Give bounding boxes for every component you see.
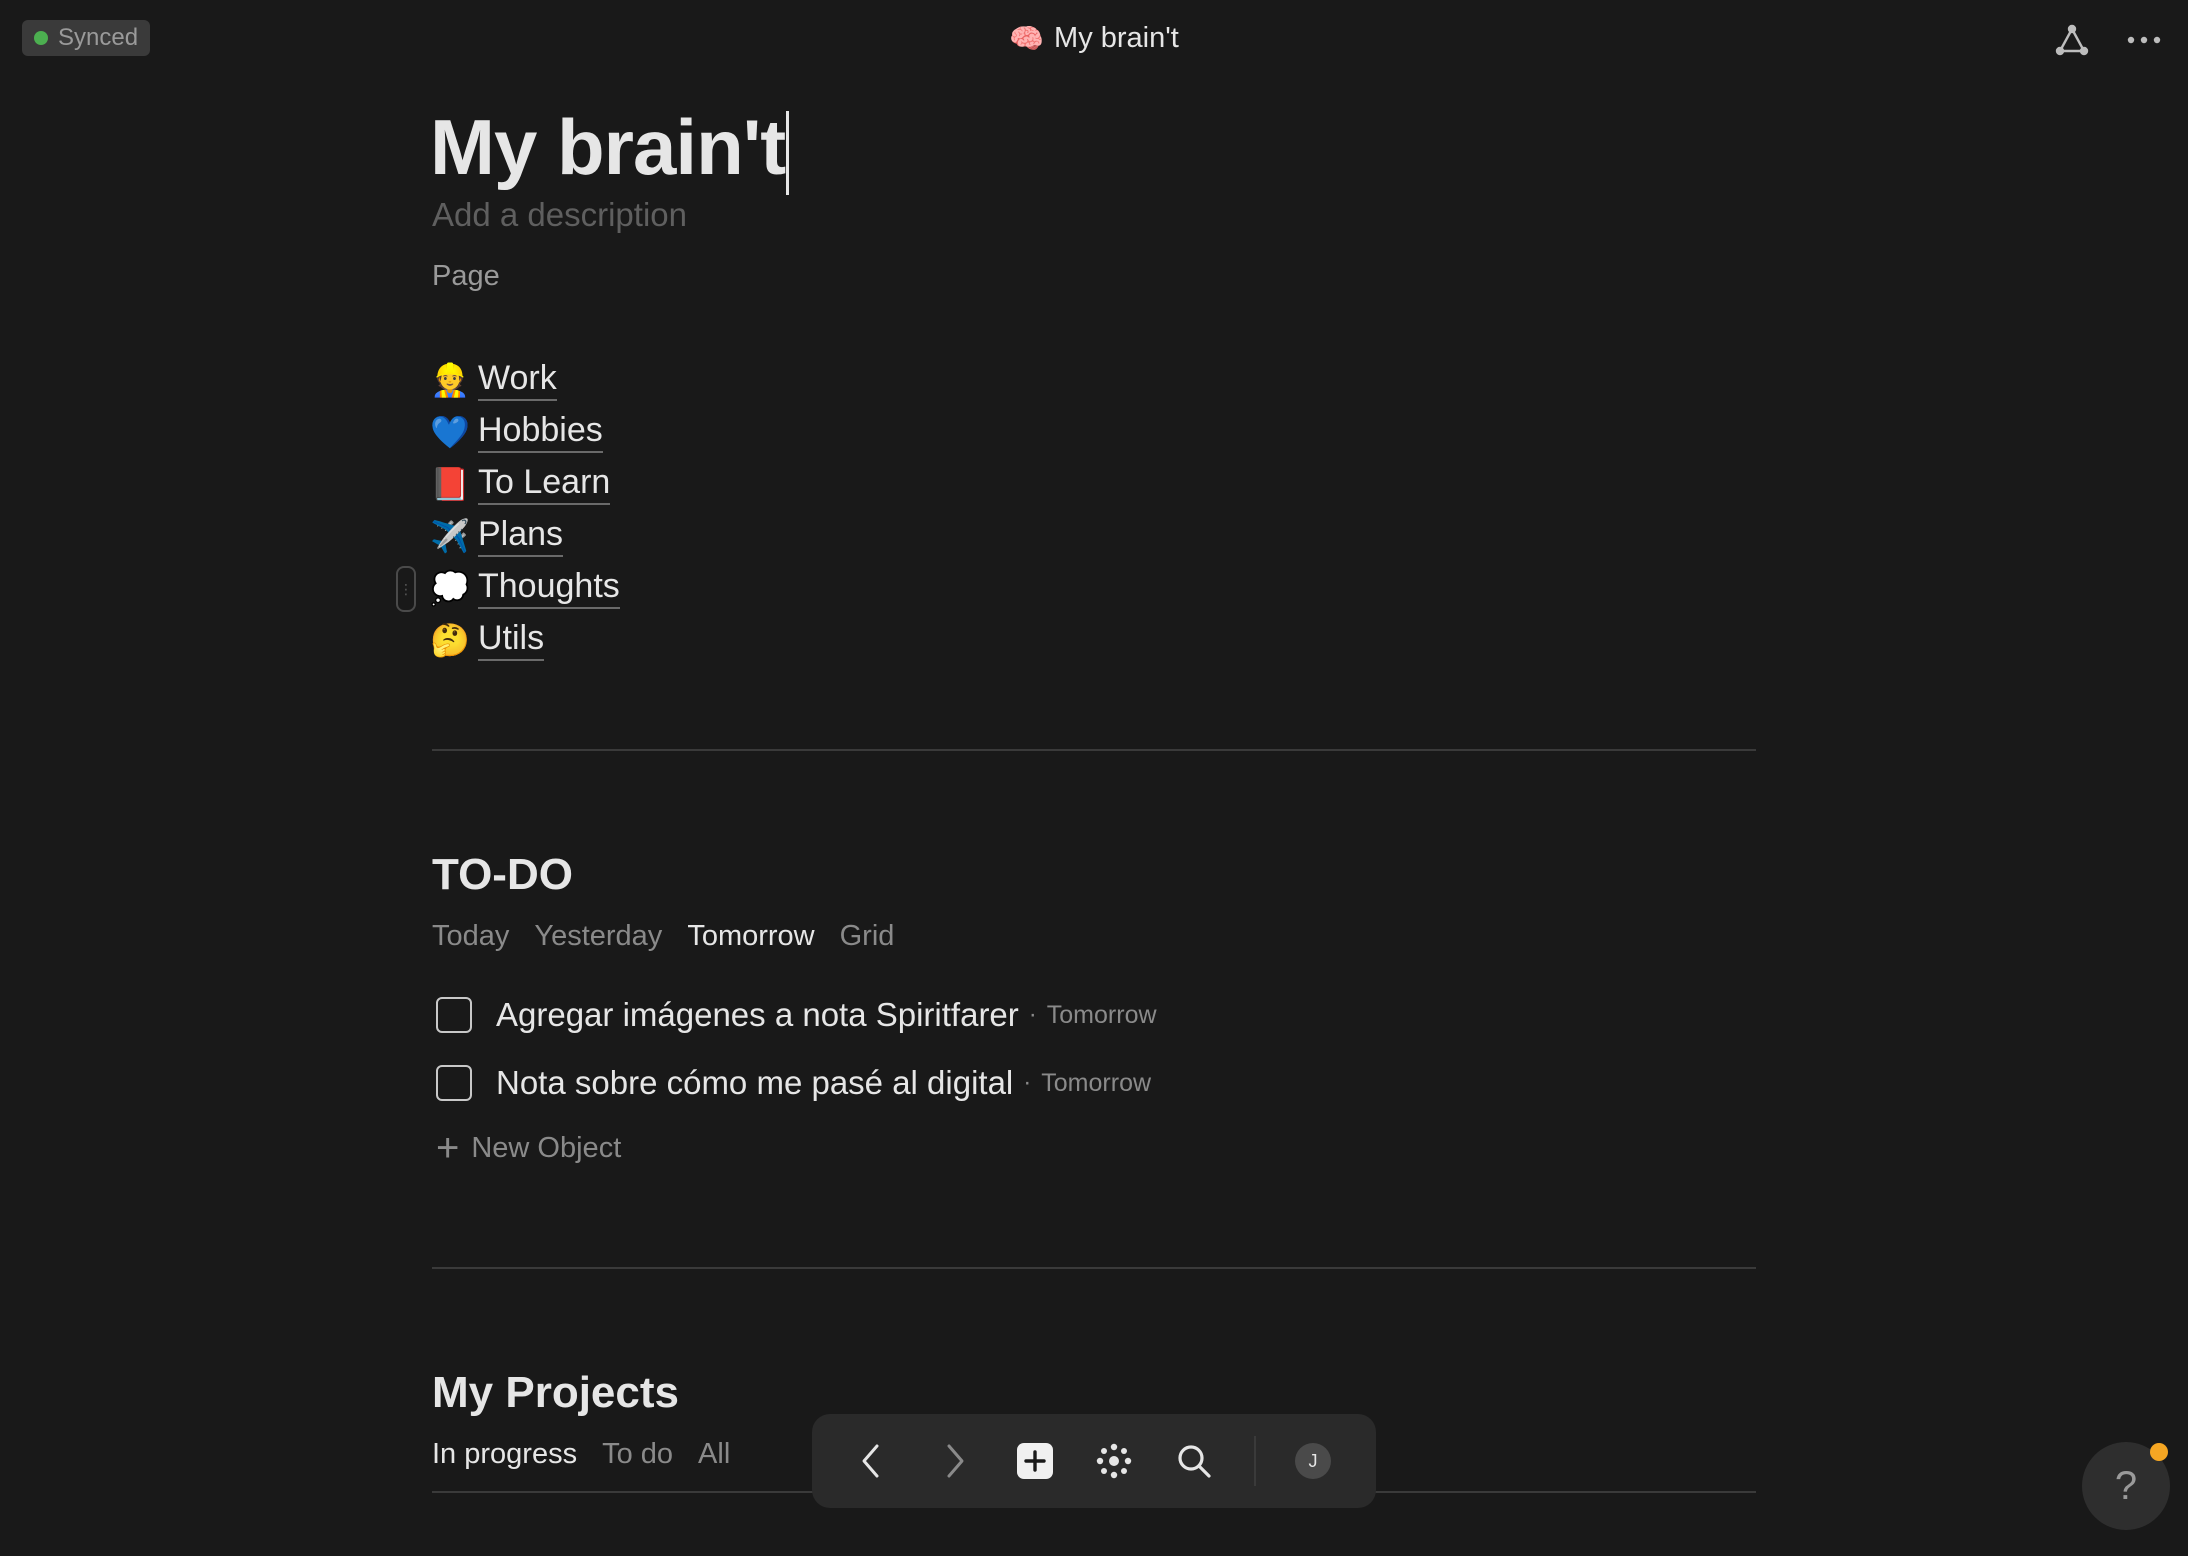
link-hobbies[interactable]: 💙 Hobbies xyxy=(430,406,620,458)
link-label[interactable]: Utils xyxy=(478,619,545,661)
page-title[interactable]: My brain't xyxy=(430,92,790,202)
user-avatar-button[interactable]: J xyxy=(1288,1436,1338,1486)
new-object-button[interactable]: + New Object xyxy=(436,1128,621,1168)
tab-yesterday[interactable]: Yesterday xyxy=(534,920,662,953)
book-emoji-icon: 📕 xyxy=(430,466,470,502)
bottom-toolbar: J xyxy=(812,1414,1376,1508)
text-caret xyxy=(786,111,790,196)
tab-to-do[interactable]: To do xyxy=(602,1438,673,1471)
task-row[interactable]: Agregar imágenes a nota Spiritfarer · To… xyxy=(436,991,1157,1039)
task-title[interactable]: Nota sobre cómo me pasé al digital xyxy=(496,1064,1013,1102)
window-title-text: My brain't xyxy=(1054,21,1179,54)
back-arrow-icon[interactable] xyxy=(846,1436,896,1486)
link-utils[interactable]: 🤔 Utils xyxy=(430,614,620,666)
tab-tomorrow[interactable]: Tomorrow xyxy=(687,920,814,953)
more-options-icon[interactable] xyxy=(2122,18,2166,62)
toolbar-separator xyxy=(1254,1436,1256,1486)
brain-emoji-icon: 🧠 xyxy=(1009,22,1045,54)
object-type-label[interactable]: Page xyxy=(432,260,500,293)
todo-view-tabs: Today Yesterday Tomorrow Grid xyxy=(432,920,919,953)
divider xyxy=(432,1267,1756,1269)
link-label[interactable]: Plans xyxy=(478,515,564,557)
link-plans[interactable]: ✈️ Plans xyxy=(430,510,620,562)
tab-grid[interactable]: Grid xyxy=(840,920,895,953)
link-thoughts[interactable]: 💭 Thoughts xyxy=(430,562,620,614)
task-separator: · xyxy=(1028,1001,1037,1028)
tab-all[interactable]: All xyxy=(698,1438,730,1471)
add-object-icon[interactable] xyxy=(1010,1436,1060,1486)
tab-in-progress[interactable]: In progress xyxy=(432,1438,577,1471)
link-label[interactable]: Hobbies xyxy=(478,411,603,453)
task-row[interactable]: Nota sobre cómo me pasé al digital · Tom… xyxy=(436,1059,1151,1107)
thought-bubble-emoji-icon: 💭 xyxy=(430,570,470,606)
projects-view-tabs: In progress To do All xyxy=(432,1438,755,1471)
task-title[interactable]: Agregar imágenes a nota Spiritfarer xyxy=(496,996,1019,1034)
link-list: 👷 Work 💙 Hobbies 📕 To Learn ✈️ Plans 💭 T… xyxy=(430,354,620,666)
plus-icon: + xyxy=(436,1126,460,1170)
link-label[interactable]: To Learn xyxy=(478,463,611,505)
forward-arrow-icon[interactable] xyxy=(930,1436,980,1486)
graph-dots-icon[interactable] xyxy=(1089,1436,1139,1486)
worker-emoji-icon: 👷 xyxy=(430,362,470,398)
task-date: Tomorrow xyxy=(1046,1000,1157,1029)
link-to-learn[interactable]: 📕 To Learn xyxy=(430,458,620,510)
todo-heading[interactable]: TO-DO xyxy=(432,850,573,900)
task-checkbox[interactable] xyxy=(436,997,472,1033)
heart-emoji-icon: 💙 xyxy=(430,414,470,450)
search-icon[interactable] xyxy=(1169,1436,1219,1486)
task-date: Tomorrow xyxy=(1041,1068,1152,1097)
link-work[interactable]: 👷 Work xyxy=(430,354,620,406)
divider xyxy=(432,749,1756,751)
graph-icon[interactable] xyxy=(2050,18,2094,62)
new-object-label: New Object xyxy=(471,1131,622,1164)
description-field[interactable]: Add a description xyxy=(432,196,687,234)
window-title: 🧠 My brain't xyxy=(0,18,2188,58)
thinking-face-emoji-icon: 🤔 xyxy=(430,622,470,658)
link-label[interactable]: Thoughts xyxy=(478,567,620,609)
page-title-text: My brain't xyxy=(430,103,786,191)
task-checkbox[interactable] xyxy=(436,1065,472,1101)
tab-today[interactable]: Today xyxy=(432,920,509,953)
projects-heading[interactable]: My Projects xyxy=(432,1368,679,1418)
drag-handle[interactable]: ⋮ xyxy=(396,566,416,612)
task-separator: · xyxy=(1023,1069,1032,1096)
link-label[interactable]: Work xyxy=(478,359,557,401)
notification-dot xyxy=(2150,1443,2168,1461)
avatar: J xyxy=(1295,1443,1331,1479)
airplane-emoji-icon: ✈️ xyxy=(430,518,470,554)
